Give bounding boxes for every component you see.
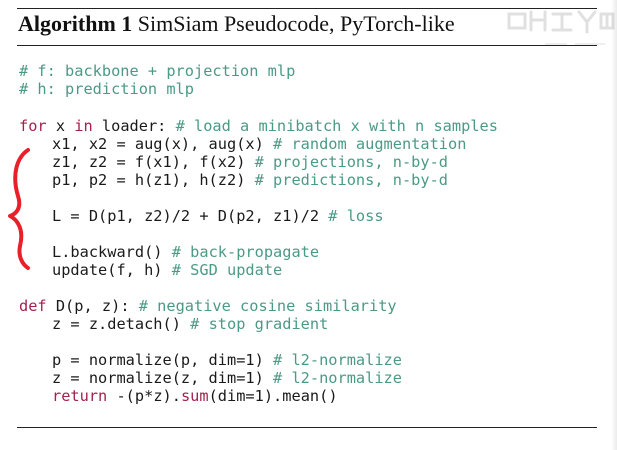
- code-line: # f: backbone + projection mlp: [19, 62, 295, 80]
- code-comment: # l2-normalize: [273, 351, 402, 369]
- code-comment: # loss: [328, 207, 384, 225]
- code-line: z = z.detach() # stop gradient: [52, 315, 328, 333]
- code-line: return -(p*z).sum(dim=1).mean(): [52, 387, 338, 405]
- code-comment: # SGD update: [171, 261, 283, 279]
- code-text: update(f, h): [52, 261, 172, 279]
- code-comment: # predictions, n-by-d: [254, 171, 449, 189]
- algorithm-title: Algorithm 1 SimSiam Pseudocode, PyTorch-…: [18, 11, 455, 37]
- code-keyword: in: [74, 117, 93, 135]
- bottom-rule: [17, 427, 597, 428]
- code-text: x1, x2 = aug(x), aug(x): [52, 135, 274, 153]
- code-comment: # stop gradient: [190, 315, 329, 333]
- code-text: loader:: [92, 117, 176, 135]
- code-comment: # negative cosine similarity: [138, 297, 397, 315]
- code-text: p = normalize(p, dim=1): [52, 351, 274, 369]
- code-keyword: for: [19, 117, 47, 135]
- algorithm-title-text: SimSiam Pseudocode, PyTorch-like: [137, 11, 455, 36]
- code-text: z = normalize(z, dim=1): [52, 369, 274, 387]
- code-text: -(p*z).: [107, 387, 181, 405]
- code-comment: # f: backbone + projection mlp: [19, 62, 296, 80]
- code-line: def D(p, z): # negative cosine similarit…: [19, 297, 397, 315]
- red-brace-annotation: [8, 148, 30, 270]
- code-line: for x in loader: # load a minibatch x wi…: [19, 117, 498, 135]
- algorithm-page: Algorithm 1 SimSiam Pseudocode, PyTorch-…: [0, 0, 617, 450]
- code-keyword: sum: [180, 387, 209, 405]
- code-line: z1, z2 = f(x1), f(x2) # projections, n-b…: [52, 153, 448, 171]
- code-text: (dim=1).mean(): [208, 387, 338, 405]
- code-comment: # random augmentation: [273, 135, 467, 153]
- code-text: z = z.detach(): [52, 315, 191, 333]
- code-keyword: def: [19, 297, 47, 315]
- code-line: p = normalize(p, dim=1) # l2-normalize: [52, 351, 402, 369]
- code-text: L = D(p1, z2)/2 + D(p2, z1)/2: [52, 207, 329, 225]
- code-text: D(p, z):: [46, 297, 139, 315]
- code-line: L = D(p1, z2)/2 + D(p2, z1)/2 # loss: [52, 207, 384, 225]
- code-comment: # h: prediction mlp: [19, 80, 194, 98]
- code-text: z1, z2 = f(x1), f(x2): [52, 153, 255, 171]
- code-line: # h: prediction mlp: [19, 80, 194, 98]
- code-line: p1, p2 = h(z1), h(z2) # predictions, n-b…: [52, 171, 448, 189]
- code-text: p1, p2 = h(z1), h(z2): [52, 171, 255, 189]
- code-comment: # back-propagate: [171, 243, 320, 261]
- code-line: L.backward() # back-propagate: [52, 243, 319, 261]
- code-line: update(f, h) # SGD update: [52, 261, 282, 279]
- code-line: x1, x2 = aug(x), aug(x) # random augment…: [52, 135, 466, 153]
- code-keyword: return: [52, 387, 108, 405]
- code-comment: # l2-normalize: [273, 369, 402, 387]
- code-line: z = normalize(z, dim=1) # l2-normalize: [52, 369, 402, 387]
- code-text: x: [46, 117, 75, 135]
- code-text: L.backward(): [52, 243, 172, 261]
- title-rule: [17, 45, 597, 46]
- code-comment: # load a minibatch x with n samples: [175, 117, 498, 135]
- window-edge-shadow: [611, 0, 617, 450]
- algorithm-label: Algorithm 1: [18, 11, 133, 36]
- code-comment: # projections, n-by-d: [254, 153, 449, 171]
